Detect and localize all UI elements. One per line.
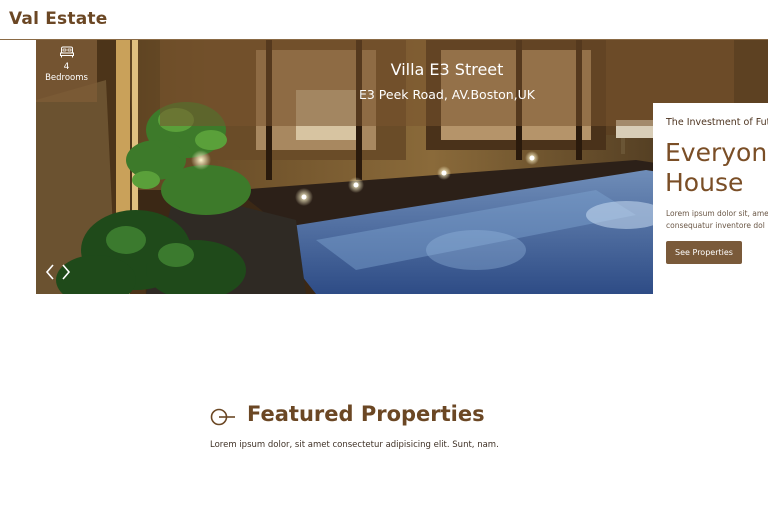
bedrooms-count: 4 [63,62,70,72]
featured-subtitle: Lorem ipsum dolor, sit amet consectetur … [210,440,499,450]
promo-text-line2: consequatur inventore dol [666,221,765,230]
promo-card: The Investment of Fut Everyonc House Lor… [653,103,768,294]
chevron-left-icon[interactable] [44,263,56,281]
bed-icon [59,46,74,58]
promo-description: Lorem ipsum dolor sit, ame consequatur i… [666,208,768,232]
brand-logo-text[interactable]: Val Estate [9,9,107,29]
see-properties-button[interactable]: See Properties [666,241,742,264]
promo-kicker: The Investment of Fut [666,117,768,128]
featured-title: Featured Properties [247,402,485,426]
chevron-right-icon[interactable] [60,263,72,281]
promo-headline-line1: Everyonc [665,138,768,167]
slide-caption: Villa E3 Street E3 Peek Road, AV.Boston,… [160,40,734,126]
promo-text-line1: Lorem ipsum dolor sit, ame [666,209,768,218]
key-icon [210,408,235,426]
slide-address: E3 Peek Road, AV.Boston,UK [358,87,535,102]
bedrooms-badge: 4 Bedrooms [36,40,97,102]
promo-headline: Everyonc House [665,138,768,198]
bedrooms-label: Bedrooms [45,73,88,83]
promo-headline-line2: House [665,168,744,197]
navbar: Val Estate [0,0,768,40]
slide-title: Villa E3 Street [390,60,504,79]
